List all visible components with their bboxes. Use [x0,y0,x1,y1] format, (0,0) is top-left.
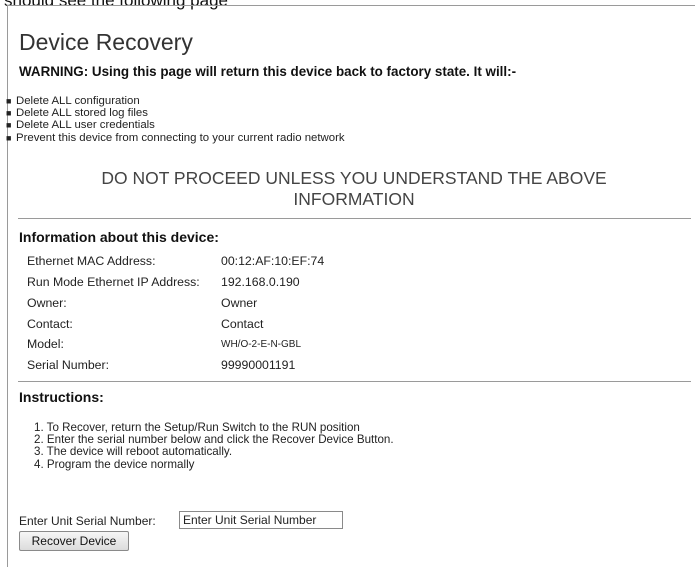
info-label-contact: Contact: [27,317,73,331]
section-divider [18,381,691,382]
info-value-serial: 99990001191 [221,358,296,372]
warning-item: ■ Delete ALL user credentials [6,119,155,132]
instruction-step: 3. The device will reboot automatically. [34,445,233,459]
instructions-list: 1. To Recover, return the Setup/Run Swit… [34,421,394,471]
serial-number-input[interactable] [179,511,343,529]
warning-item: ■ Prevent this device from connecting to … [6,131,345,144]
section-divider [18,218,691,219]
warning-list: ■ Delete ALL configuration ■ Delete ALL st… [6,95,345,144]
notice-line: DO NOT PROCEED UNLESS YOU UNDERSTAND THE… [101,168,607,188]
notice-line: INFORMATION [293,189,415,209]
info-value-contact: Contact [221,317,264,331]
warning-text: WARNING: Using this page will return thi… [19,64,517,79]
info-label-mac: Ethernet MAC Address: [27,254,156,268]
bullet-icon: ■ [6,96,12,106]
info-value-mac: 00:12:AF:10:EF:74 [221,254,325,268]
instructions-heading: Instructions: [19,389,104,405]
info-value-model: WH/O-2-E-N-GBL [221,339,301,350]
warning-item: ■ Delete ALL configuration [6,95,140,107]
bullet-icon: ■ [6,120,12,131]
info-label-serial: Serial Number: [27,358,110,372]
bullet-icon: ■ [6,108,12,119]
instruction-step: 4. Program the device normally [34,457,195,471]
info-value-ip: 192.168.0.190 [221,275,300,289]
serial-number-label: Enter Unit Serial Number: [19,514,156,528]
info-label-ip: Run Mode Ethernet IP Address: [27,275,200,289]
device-info-heading: Information about this device: [19,229,219,245]
info-value-owner: Owner [221,296,258,310]
warning-item: ■ Delete ALL stored log files [6,107,148,120]
info-label-model: Model: [27,337,64,351]
recover-device-button[interactable]: Recover Device [19,531,129,551]
page-title: Device Recovery [19,29,193,55]
bullet-icon: ■ [6,132,12,143]
do-not-proceed-notice: DO NOT PROCEED UNLESS YOU UNDERSTAND THE… [70,168,638,210]
info-label-owner: Owner: [27,296,67,310]
